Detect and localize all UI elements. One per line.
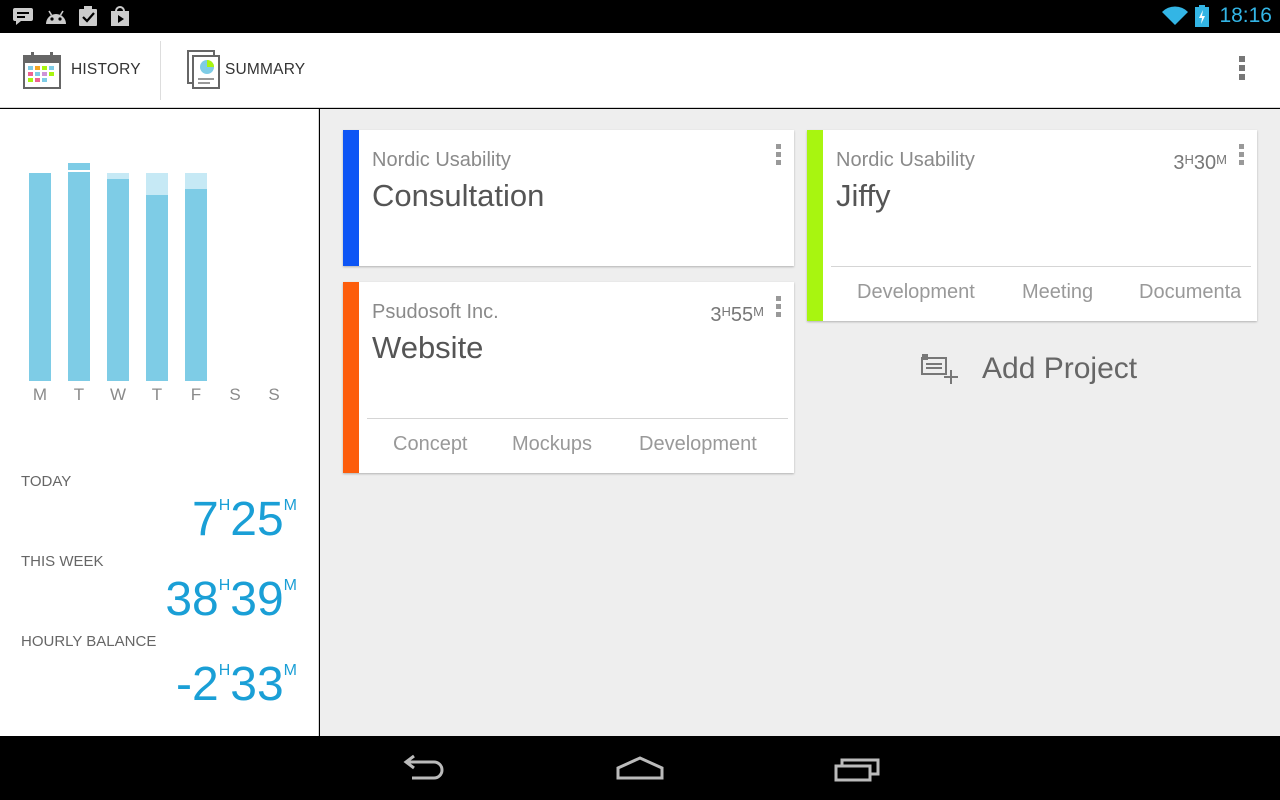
android-icon: [44, 6, 66, 26]
calendar-icon: [22, 50, 62, 90]
project-client: Nordic Usability: [372, 149, 511, 171]
battery-charging-icon: [1195, 5, 1209, 27]
project-client: Nordic Usability: [836, 149, 975, 171]
status-bar: 18:16: [0, 0, 1280, 33]
add-project-label: Add Project: [982, 352, 1138, 385]
tab-history[interactable]: HISTORY: [22, 33, 141, 107]
day-label: T: [73, 385, 85, 404]
day-label: W: [109, 385, 127, 404]
task-development[interactable]: Development: [857, 281, 975, 304]
hourly-balance-value: -2 H 33 M: [176, 658, 297, 711]
project-name: Website: [372, 330, 484, 365]
card-menu-icon[interactable]: [776, 296, 782, 322]
project-duration: 3 H 55 M: [710, 304, 764, 326]
clipboard-check-icon: [77, 6, 99, 26]
day-label: S: [268, 385, 280, 404]
bar-thursday: [146, 173, 168, 381]
wifi-icon: [1161, 6, 1189, 26]
card-menu-icon[interactable]: [1239, 144, 1245, 170]
today-label: TODAY: [21, 473, 72, 490]
project-name: Consultation: [372, 178, 545, 213]
project-color-stripe: [343, 282, 359, 473]
project-duration: 3 H 30 M: [1173, 152, 1227, 174]
day-label: F: [190, 385, 202, 404]
play-store-icon: [109, 6, 131, 26]
week-summary-panel: M T W T F S S TODAY 7 H 25 M THIS WEEK 3…: [0, 109, 319, 736]
action-bar: HISTORY SUMMARY: [0, 33, 1280, 108]
report-icon: [186, 49, 222, 91]
project-color-stripe: [343, 130, 359, 266]
task-documentation[interactable]: Documenta: [1139, 281, 1241, 304]
bar-tuesday: [68, 163, 90, 381]
tab-summary[interactable]: SUMMARY: [186, 33, 305, 107]
project-card-website[interactable]: Psudosoft Inc. Website 3 H 55 M Concept …: [343, 282, 794, 473]
task-divider: [831, 266, 1251, 267]
day-label: S: [229, 385, 241, 404]
bar-monday: [29, 173, 51, 381]
project-card-jiffy[interactable]: Nordic Usability Jiffy 3 H 30 M Developm…: [807, 130, 1257, 321]
card-menu-icon[interactable]: [776, 144, 782, 170]
back-icon[interactable]: [394, 748, 454, 788]
talk-icon: [12, 6, 34, 26]
project-client: Psudosoft Inc.: [372, 301, 499, 323]
task-meeting[interactable]: Meeting: [1022, 281, 1093, 304]
task-concept[interactable]: Concept: [393, 433, 468, 456]
projects-area: Nordic Usability Consultation Psudosoft …: [320, 109, 1280, 736]
add-project-button[interactable]: Add Project: [920, 352, 1137, 386]
this-week-label: THIS WEEK: [21, 553, 104, 570]
tab-history-label: HISTORY: [71, 61, 141, 78]
project-name: Jiffy: [836, 178, 891, 213]
task-strip: Development Meeting Documenta: [831, 278, 1247, 318]
task-mockups[interactable]: Mockups: [512, 433, 592, 456]
navigation-bar: [0, 736, 1280, 800]
day-label: T: [151, 385, 163, 404]
home-icon[interactable]: [610, 748, 670, 788]
project-card-consultation[interactable]: Nordic Usability Consultation: [343, 130, 794, 266]
today-value: 7 H 25 M: [192, 493, 297, 546]
overflow-menu-icon[interactable]: [1238, 56, 1246, 86]
hourly-balance-label: HOURLY BALANCE: [21, 633, 157, 650]
task-divider: [367, 418, 788, 419]
clock: 18:16: [1219, 4, 1272, 27]
day-label: M: [32, 385, 48, 404]
this-week-value: 38 H 39 M: [165, 573, 297, 626]
bar-friday: [185, 173, 207, 381]
project-color-stripe: [807, 130, 823, 321]
tab-summary-label: SUMMARY: [225, 61, 306, 78]
task-development[interactable]: Development: [639, 433, 757, 456]
recent-apps-icon[interactable]: [828, 748, 888, 788]
add-project-icon: [920, 352, 960, 386]
bar-wednesday: [107, 173, 129, 381]
tab-divider: [160, 41, 161, 100]
